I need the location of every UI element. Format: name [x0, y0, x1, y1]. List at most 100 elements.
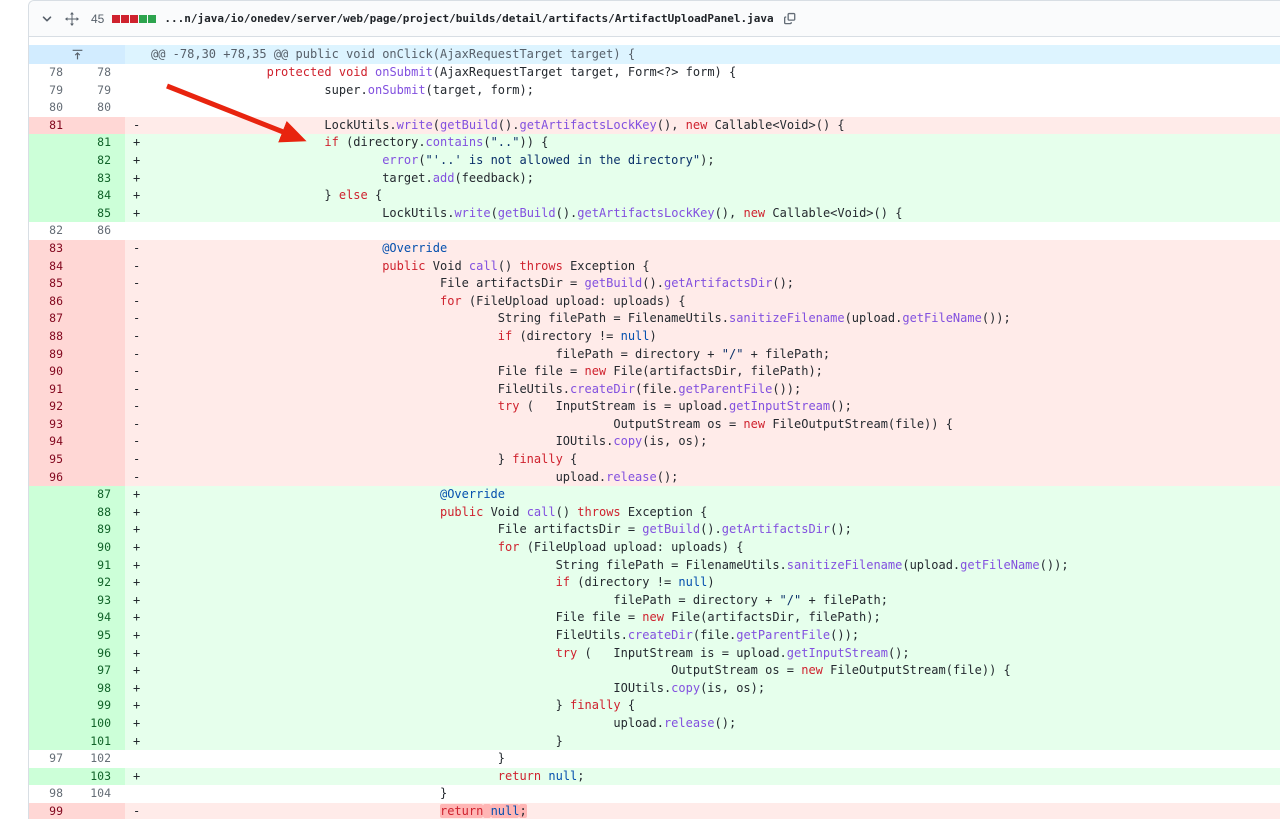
old-line-number[interactable] — [29, 204, 77, 223]
old-line-number[interactable] — [29, 169, 77, 188]
new-line-number[interactable]: 92 — [77, 574, 125, 592]
old-line-number[interactable]: 79 — [29, 81, 77, 100]
diff-row: 90 + for (FileUpload upload: uploads) { — [29, 539, 1280, 557]
new-line-number[interactable]: 90 — [77, 539, 125, 557]
old-line-number[interactable]: 98 — [29, 785, 77, 803]
new-line-number[interactable] — [77, 802, 125, 819]
new-line-number[interactable] — [77, 327, 125, 346]
old-line-number[interactable]: 95 — [29, 451, 77, 469]
diff-row: 95 - } finally { — [29, 451, 1280, 469]
new-line-number[interactable]: 95 — [77, 627, 125, 645]
old-line-number[interactable]: 97 — [29, 750, 77, 768]
new-line-number[interactable] — [77, 415, 125, 434]
old-line-number[interactable]: 78 — [29, 64, 77, 82]
copy-path-button[interactable] — [782, 10, 800, 28]
old-line-number[interactable] — [29, 556, 77, 575]
new-line-number[interactable]: 85 — [77, 204, 125, 223]
new-line-number[interactable]: 79 — [77, 81, 125, 100]
new-line-number[interactable]: 89 — [77, 521, 125, 540]
old-line-number[interactable]: 87 — [29, 310, 77, 328]
move-handle-icon[interactable] — [63, 10, 81, 28]
old-line-number[interactable] — [29, 503, 77, 522]
new-line-number[interactable]: 81 — [77, 134, 125, 152]
new-line-number[interactable]: 80 — [77, 99, 125, 117]
diff-marker: - — [133, 434, 141, 449]
new-line-number[interactable] — [77, 275, 125, 293]
old-line-number[interactable]: 99 — [29, 802, 77, 819]
code-line: - IOUtils.copy(is, os); — [125, 433, 1280, 452]
new-line-number[interactable]: 88 — [77, 503, 125, 522]
old-line-number[interactable] — [29, 574, 77, 592]
new-line-number[interactable] — [77, 451, 125, 469]
chevron-down-icon[interactable] — [39, 11, 55, 27]
new-line-number[interactable]: 91 — [77, 556, 125, 575]
new-line-number[interactable]: 104 — [77, 785, 125, 803]
old-line-number[interactable]: 82 — [29, 222, 77, 240]
code-text: @Override — [439, 487, 506, 502]
new-line-number[interactable]: 94 — [77, 609, 125, 627]
old-line-number[interactable] — [29, 627, 77, 645]
new-line-number[interactable]: 99 — [77, 697, 125, 715]
old-line-number[interactable]: 88 — [29, 327, 77, 346]
expand-hunk-button[interactable] — [29, 45, 125, 64]
code-line: - if (directory != null) — [125, 327, 1280, 346]
new-line-number[interactable]: 100 — [77, 714, 125, 733]
old-line-number[interactable] — [29, 486, 77, 504]
new-line-number[interactable] — [77, 239, 125, 258]
old-line-number[interactable]: 81 — [29, 116, 77, 135]
old-line-number[interactable] — [29, 539, 77, 557]
old-line-number[interactable] — [29, 697, 77, 715]
new-line-number[interactable]: 87 — [77, 486, 125, 504]
new-line-number[interactable]: 78 — [77, 64, 125, 82]
old-line-number[interactable] — [29, 134, 77, 152]
old-line-number[interactable]: 86 — [29, 292, 77, 311]
new-line-number[interactable]: 86 — [77, 222, 125, 240]
old-line-number[interactable] — [29, 662, 77, 680]
old-line-number[interactable] — [29, 609, 77, 627]
diff-marker: + — [133, 487, 141, 502]
new-line-number[interactable]: 103 — [77, 767, 125, 786]
new-line-number[interactable]: 83 — [77, 169, 125, 188]
old-line-number[interactable] — [29, 151, 77, 170]
old-line-number[interactable]: 93 — [29, 415, 77, 434]
old-line-number[interactable] — [29, 767, 77, 786]
old-line-number[interactable] — [29, 591, 77, 610]
old-line-number[interactable] — [29, 521, 77, 540]
new-line-number[interactable] — [77, 398, 125, 416]
old-line-number[interactable]: 96 — [29, 468, 77, 487]
old-line-number[interactable]: 85 — [29, 275, 77, 293]
old-line-number[interactable] — [29, 187, 77, 205]
new-line-number[interactable]: 101 — [77, 732, 125, 751]
old-line-number[interactable]: 94 — [29, 433, 77, 452]
new-line-number[interactable] — [77, 310, 125, 328]
new-line-number[interactable]: 102 — [77, 750, 125, 768]
new-line-number[interactable] — [77, 116, 125, 135]
new-line-number[interactable] — [77, 345, 125, 364]
old-line-number[interactable] — [29, 732, 77, 751]
new-line-number[interactable]: 93 — [77, 591, 125, 610]
old-line-number[interactable]: 84 — [29, 257, 77, 276]
new-line-number[interactable]: 82 — [77, 151, 125, 170]
diff-row: 97 102 } — [29, 750, 1280, 768]
new-line-number[interactable]: 84 — [77, 187, 125, 205]
new-line-number[interactable] — [77, 292, 125, 311]
new-line-number[interactable] — [77, 363, 125, 381]
hunk-header-row: @@ -78,30 +78,35 @@ public void onClick(… — [29, 45, 1280, 64]
old-line-number[interactable]: 90 — [29, 363, 77, 381]
old-line-number[interactable]: 92 — [29, 398, 77, 416]
new-line-number[interactable]: 96 — [77, 644, 125, 663]
old-line-number[interactable]: 89 — [29, 345, 77, 364]
old-line-number[interactable]: 83 — [29, 239, 77, 258]
new-line-number[interactable] — [77, 380, 125, 399]
new-line-number[interactable] — [77, 433, 125, 452]
new-line-number[interactable]: 98 — [77, 679, 125, 698]
old-line-number[interactable]: 91 — [29, 380, 77, 399]
old-line-number[interactable] — [29, 714, 77, 733]
code-text: } finally { — [497, 452, 578, 467]
new-line-number[interactable] — [77, 468, 125, 487]
new-line-number[interactable]: 97 — [77, 662, 125, 680]
new-line-number[interactable] — [77, 257, 125, 276]
old-line-number[interactable] — [29, 679, 77, 698]
old-line-number[interactable]: 80 — [29, 99, 77, 117]
old-line-number[interactable] — [29, 644, 77, 663]
